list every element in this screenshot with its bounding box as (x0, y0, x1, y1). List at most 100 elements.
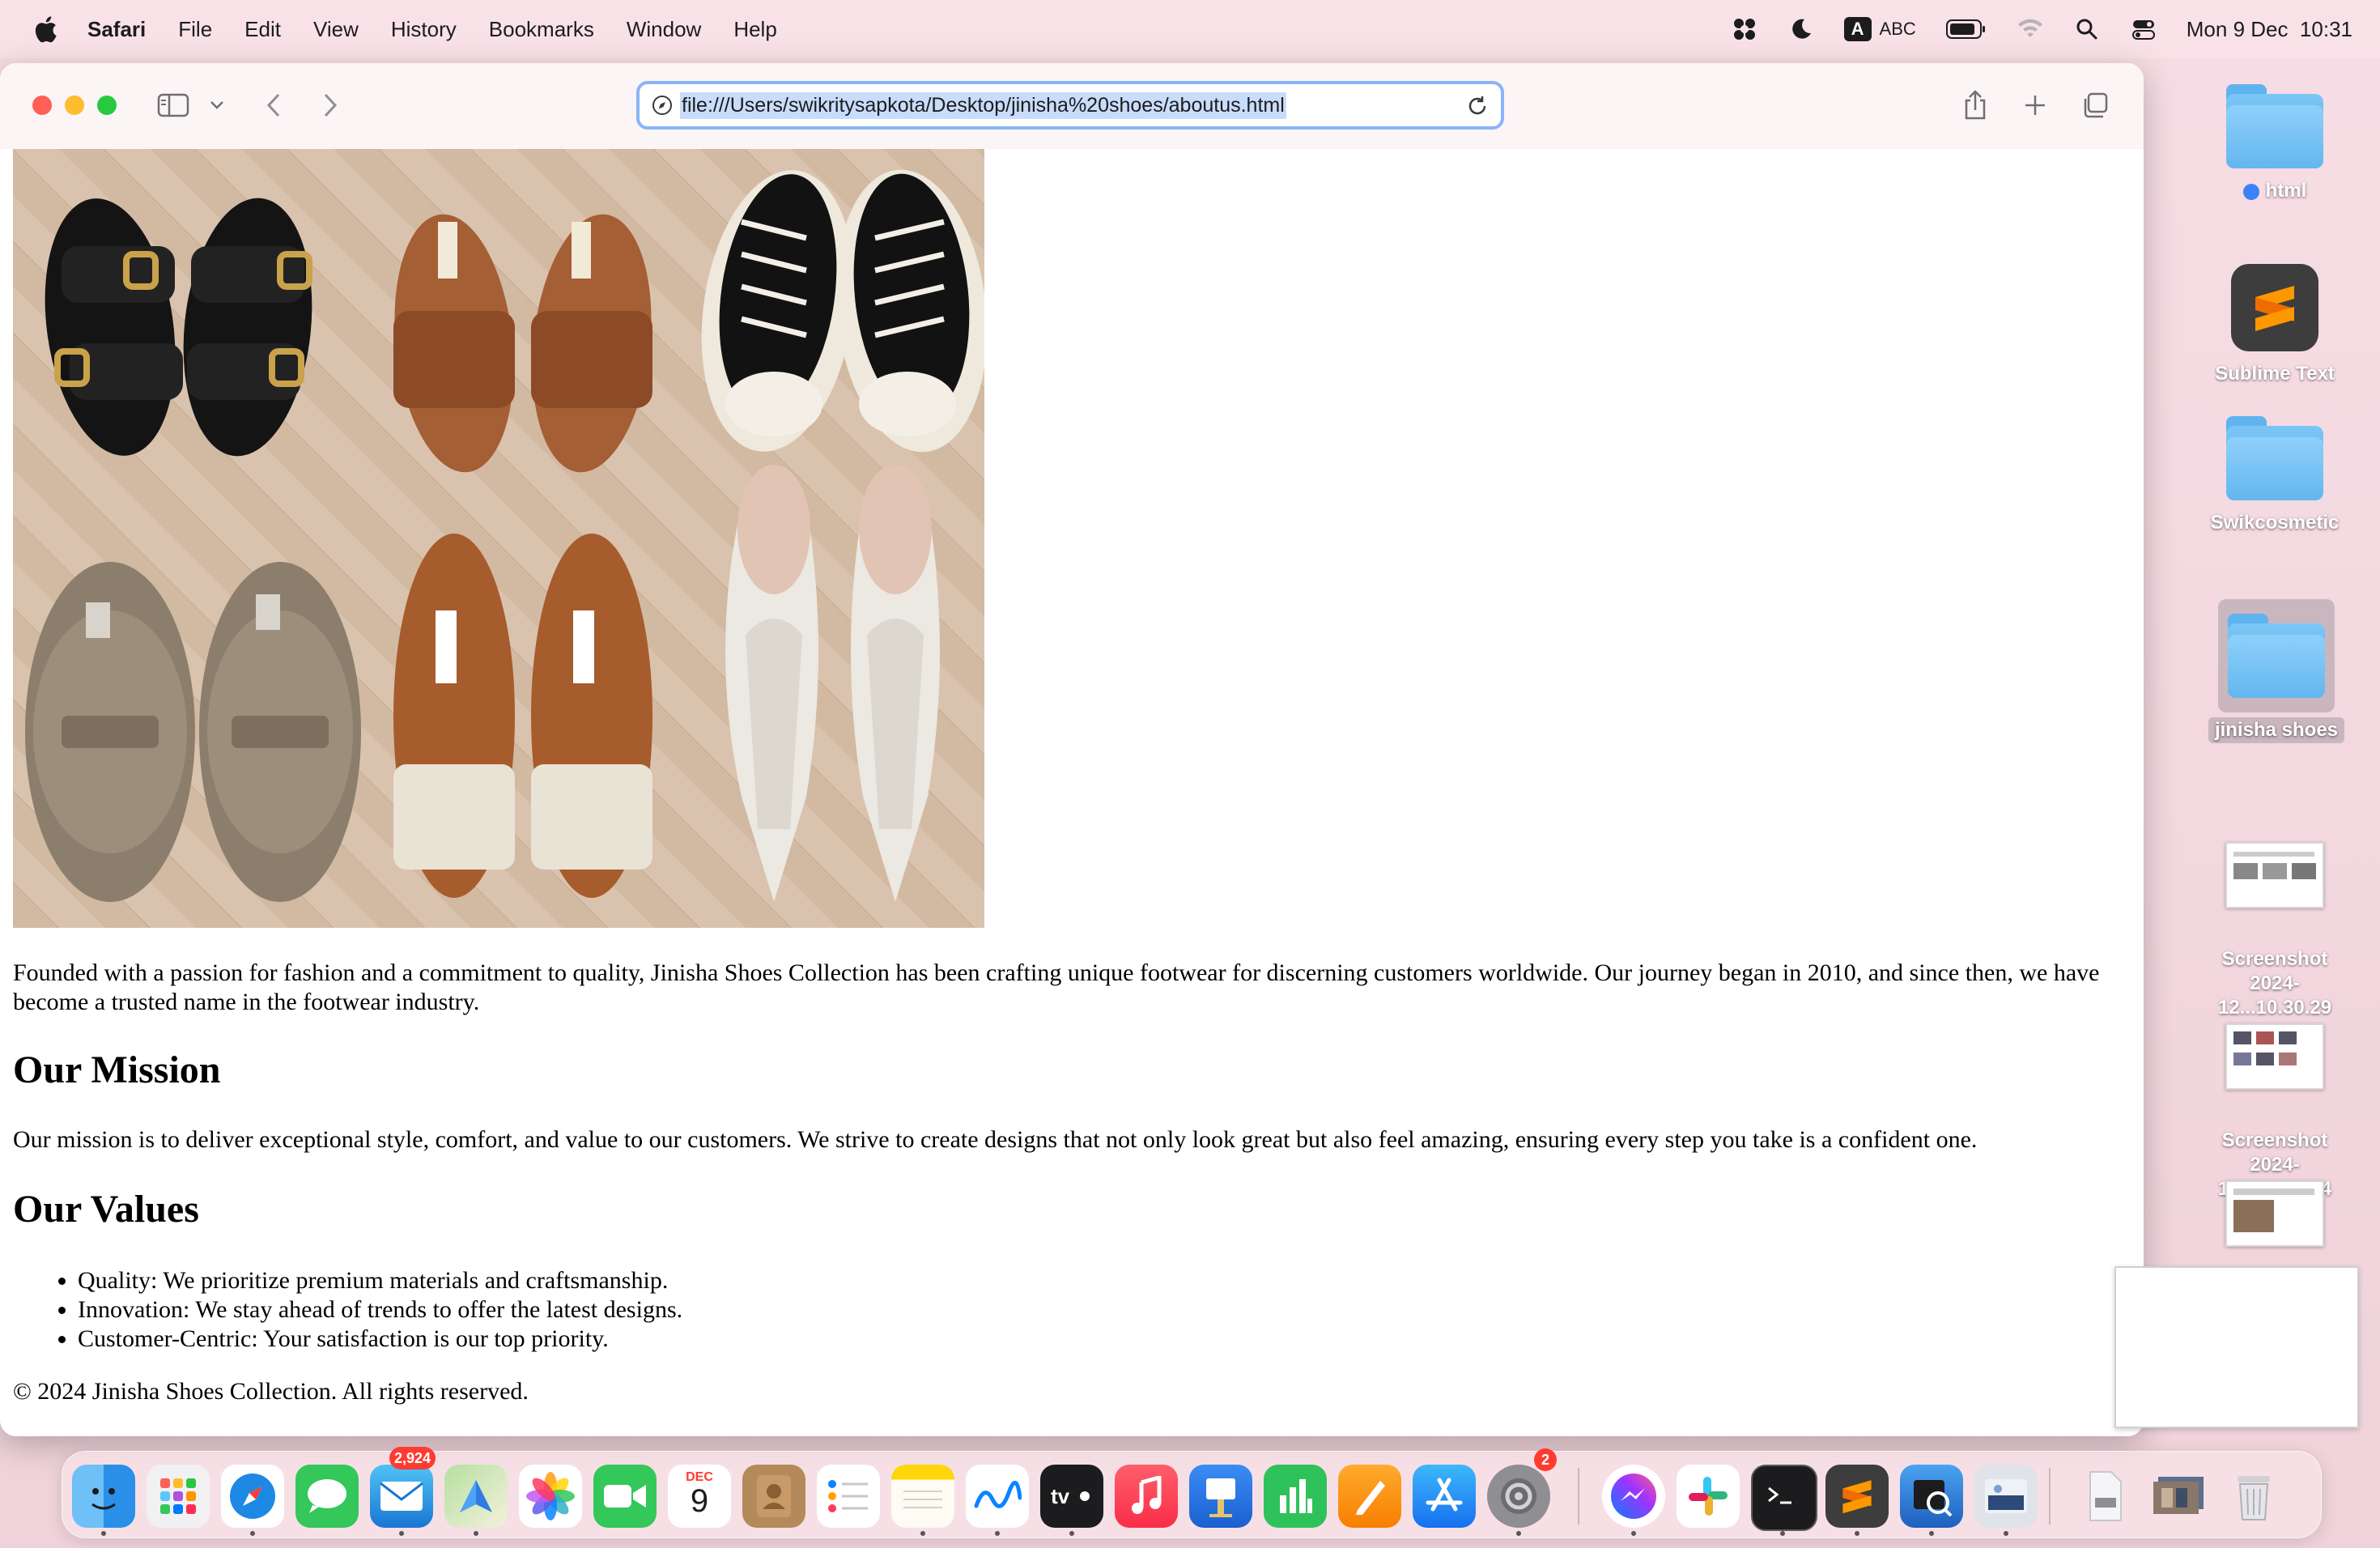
menu-view[interactable]: View (313, 17, 359, 42)
screenshot-thumbnail (2225, 1023, 2324, 1090)
desktop-label: jinisha shoes (2208, 717, 2345, 743)
mail-unread-badge: 2,924 (389, 1447, 436, 1469)
freeform-icon[interactable] (966, 1465, 1029, 1528)
sidebar-toggle-icon[interactable] (155, 86, 191, 125)
trash-icon[interactable] (2222, 1465, 2285, 1528)
folder-icon (2226, 416, 2323, 500)
document-icon[interactable] (2073, 1465, 2136, 1528)
finder-icon[interactable] (72, 1465, 135, 1528)
window-minimize-button[interactable] (65, 96, 84, 115)
desktop-folder-jinisha-shoes[interactable]: jinisha shoes (2195, 599, 2357, 743)
contacts-icon[interactable] (742, 1465, 805, 1528)
running-indicator (1516, 1531, 1521, 1536)
running-indicator (1069, 1531, 1074, 1536)
suede-clog-right (199, 562, 361, 902)
new-tab-plus-icon[interactable] (2019, 86, 2051, 125)
screenshot-preview-thumbnail[interactable] (2114, 1266, 2359, 1428)
control-icon[interactable] (1731, 15, 1758, 43)
running-indicator (1780, 1531, 1785, 1536)
tab-overview-icon[interactable] (2079, 86, 2111, 125)
slack-icon[interactable] (1677, 1465, 1740, 1528)
photos-icon[interactable] (519, 1465, 582, 1528)
menu-app-name[interactable]: Safari (87, 17, 146, 42)
focus-moon-icon[interactable] (1787, 15, 1815, 43)
window-close-button[interactable] (32, 96, 52, 115)
running-indicator (995, 1531, 1000, 1536)
shoes-photo (13, 149, 984, 928)
window-zoom-button[interactable] (97, 96, 117, 115)
menubar-clock[interactable]: Mon 9 Dec 10:31 (2187, 17, 2352, 42)
url-text[interactable]: file:///Users/swikritysapkota/Desktop/ji… (680, 91, 1286, 119)
mail-icon[interactable] (370, 1465, 433, 1528)
white-mule-left (393, 534, 515, 898)
running-indicator (250, 1531, 255, 1536)
chevron-down-icon[interactable] (207, 86, 227, 125)
desktop-folder-swikcosmetic[interactable]: Swikcosmetic (2194, 416, 2356, 534)
suede-clog-left (25, 562, 195, 902)
sublime-text-dock-icon[interactable] (1825, 1465, 1889, 1528)
menu-edit[interactable]: Edit (244, 17, 281, 42)
control-center-icon[interactable] (2130, 15, 2157, 43)
running-indicator (920, 1531, 925, 1536)
pages-icon[interactable] (1338, 1465, 1401, 1528)
app-store-icon[interactable] (1413, 1465, 1476, 1528)
dock: 2,924 DEC 9 tv 2 (62, 1447, 2322, 1538)
folder-icon (2228, 614, 2325, 698)
share-icon[interactable] (1959, 86, 1991, 125)
calendar-icon[interactable]: DEC 9 (668, 1465, 731, 1528)
battery-icon[interactable] (1945, 15, 1987, 43)
desktop-app-sublime[interactable]: Sublime Text (2194, 264, 2356, 385)
sublime-text-icon (2231, 264, 2318, 351)
desktop-screenshot-3[interactable] (2194, 1180, 2356, 1247)
terminal-icon[interactable] (1751, 1465, 1817, 1531)
numbers-icon[interactable] (1264, 1465, 1327, 1528)
preview-icon[interactable] (1900, 1465, 1963, 1528)
running-indicator (1631, 1531, 1636, 1536)
reload-icon[interactable] (1465, 94, 1490, 118)
apple-menu-icon[interactable] (32, 15, 58, 44)
spotlight-search-icon[interactable] (2073, 15, 2101, 43)
menu-window[interactable]: Window (627, 17, 701, 42)
system-settings-gear-icon[interactable] (1487, 1465, 1550, 1528)
menu-file[interactable]: File (178, 17, 212, 42)
back-arrow-icon[interactable] (259, 86, 288, 125)
safari-icon[interactable] (221, 1465, 284, 1528)
input-source-label: ABC (1879, 19, 1916, 39)
maps-icon[interactable] (444, 1465, 508, 1528)
settings-badge: 2 (1534, 1448, 1557, 1471)
tag-dot (2242, 183, 2259, 200)
notes-icon[interactable] (891, 1465, 954, 1528)
desktop-label: Sublime Text (2215, 363, 2335, 385)
dock-separator (1578, 1468, 1579, 1525)
keynote-icon[interactable] (1189, 1465, 1252, 1528)
messenger-icon[interactable] (1602, 1465, 1665, 1528)
values-heading: Our Values (13, 1188, 199, 1231)
reminders-icon[interactable] (817, 1465, 880, 1528)
safari-window: file:///Users/swikritysapkota/Desktop/ji… (0, 63, 2144, 1436)
music-icon[interactable] (1115, 1465, 1178, 1528)
messages-icon[interactable] (295, 1465, 359, 1528)
apple-tv-icon[interactable]: tv (1040, 1465, 1103, 1528)
calendar-day: 9 (690, 1483, 709, 1519)
list-item: Customer-Centric: Your satisfaction is o… (78, 1325, 682, 1354)
forward-arrow-icon[interactable] (316, 86, 345, 125)
menu-bookmarks[interactable]: Bookmarks (489, 17, 594, 42)
values-list: Quality: We prioritize premium materials… (13, 1266, 682, 1354)
mission-heading: Our Mission (13, 1048, 221, 1091)
launchpad-icon[interactable] (147, 1465, 210, 1528)
desktop-label: html (2265, 180, 2307, 202)
running-indicator (2004, 1531, 2008, 1536)
white-mule-right (531, 534, 652, 898)
menu-help[interactable]: Help (733, 17, 776, 42)
wifi-icon[interactable] (2017, 15, 2044, 43)
screenshot-stack-icon[interactable] (2148, 1465, 2211, 1528)
desktop-folder-html[interactable]: html (2194, 84, 2356, 202)
web-page: Founded with a passion for fashion and a… (0, 149, 2144, 1436)
running-indicator (101, 1531, 106, 1536)
preview-document-icon[interactable] (1974, 1465, 2038, 1528)
input-source[interactable]: A ABC (1843, 17, 1916, 41)
facetime-icon[interactable] (593, 1465, 657, 1528)
running-indicator (1929, 1531, 1934, 1536)
address-bar[interactable]: file:///Users/swikritysapkota/Desktop/ji… (636, 81, 1504, 130)
menu-history[interactable]: History (391, 17, 457, 42)
